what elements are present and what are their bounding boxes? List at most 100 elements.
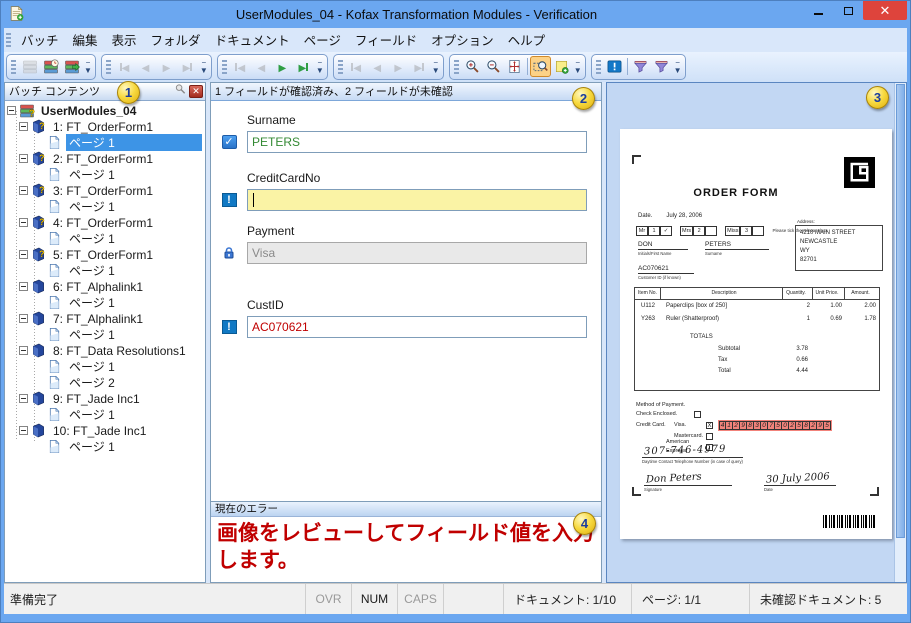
tree-item-label: ページ 1 (69, 264, 115, 279)
zoom-in-icon[interactable] (462, 56, 483, 77)
add-note-icon[interactable] (551, 56, 572, 77)
expand-toggle-icon[interactable] (19, 394, 28, 404)
toolbar-overflow-chevron[interactable]: − ▼ (84, 58, 92, 75)
toolbar-overflow-chevron[interactable]: − ▼ (674, 58, 682, 75)
toolbar-grip[interactable] (595, 59, 601, 74)
scrollbar-thumb[interactable] (896, 83, 905, 539)
doc-sign-date-value: 30 July 2006 (765, 471, 831, 486)
tree-document-item[interactable]: 7: FT_Alphalink1 (5, 311, 205, 327)
last-document-icon[interactable]: ▶ (293, 56, 314, 77)
toolbar-grip[interactable] (11, 59, 16, 74)
tree-page-item[interactable]: ページ 1 (5, 231, 205, 247)
first-document-icon[interactable]: ◀ (230, 56, 251, 77)
viewer-vertical-scrollbar[interactable] (894, 82, 906, 583)
tree-document-item[interactable]: ? 5: FT_OrderForm1 (5, 247, 205, 263)
suspend-batch-icon[interactable] (40, 56, 61, 77)
fit-page-icon[interactable] (504, 56, 525, 77)
toolbar-grip[interactable] (105, 59, 111, 74)
menu-item-2[interactable]: 表示 (105, 27, 144, 52)
menu-item-3[interactable]: フォルダ (144, 27, 208, 52)
field-confirmed-checkbox-icon[interactable]: ✓ (221, 134, 237, 149)
panel-close-icon[interactable]: ✕ (189, 84, 203, 98)
expand-toggle-icon[interactable] (19, 314, 28, 324)
toolbar-overflow-chevron[interactable]: − ▼ (316, 58, 324, 75)
menu-item-4[interactable]: ドキュメント (208, 27, 297, 52)
prev-document-icon[interactable]: ◀ (251, 56, 272, 77)
prev-page-icon[interactable]: ◀ (367, 56, 388, 77)
app-icon[interactable] (8, 5, 26, 23)
next-folder-icon[interactable]: ▶ (156, 56, 177, 77)
document-image[interactable]: ORDER FORM Date. July 28, 2006 Mr 1 ✓ Mrs 2 Mi… (620, 128, 892, 539)
close-batch-icon[interactable] (61, 56, 82, 77)
expand-toggle-icon[interactable] (19, 250, 28, 260)
menu-item-0[interactable]: バッチ (14, 27, 66, 52)
expand-toggle-icon[interactable] (19, 122, 28, 132)
toolbar-overflow-chevron[interactable]: − ▼ (200, 58, 208, 75)
menu-item-1[interactable]: 編集 (66, 27, 105, 52)
zoom-out-icon[interactable] (483, 56, 504, 77)
tree-page-item[interactable]: ページ 1 (5, 439, 205, 455)
tree-document-item[interactable]: ? 3: FT_OrderForm1 (5, 183, 205, 199)
filter-fields-icon[interactable] (630, 56, 651, 77)
menu-item-5[interactable]: ページ (297, 27, 348, 52)
tree-page-item[interactable]: ページ 1 (5, 134, 205, 152)
toolbar-grip[interactable] (453, 59, 459, 74)
tree-document-item[interactable]: 10: FT_Jade Inc1 (5, 423, 205, 439)
tree-document-item[interactable]: ? 4: FT_OrderForm1 (5, 215, 205, 231)
tree-page-item[interactable]: ページ 1 (5, 359, 205, 375)
tree-page-item[interactable]: ページ 1 (5, 407, 205, 423)
menu-item-8[interactable]: ヘルプ (501, 27, 553, 52)
tree-page-item[interactable]: ページ 1 (5, 199, 205, 215)
expand-toggle-icon[interactable] (7, 106, 16, 116)
next-document-icon[interactable]: ▶ (272, 56, 293, 77)
doc-item-cell: Paperclips [box of 250] (666, 303, 728, 310)
toolbar-grip[interactable] (221, 59, 227, 74)
last-page-icon[interactable]: ▶ (409, 56, 430, 77)
expand-toggle-icon[interactable] (19, 426, 28, 436)
toolbar-overflow-chevron[interactable]: − ▼ (432, 58, 440, 75)
document-question-icon: ? (31, 183, 47, 198)
doc-cc-digit-cell: 4 (719, 420, 726, 430)
maximize-button[interactable] (833, 1, 863, 20)
tree-page-item[interactable]: ページ 1 (5, 327, 205, 343)
tree-document-item[interactable]: 6: FT_Alphalink1 (5, 279, 205, 295)
reroute-batch-icon[interactable] (19, 56, 40, 77)
prev-folder-icon[interactable]: ◀ (135, 56, 156, 77)
first-folder-icon[interactable]: ◀ (114, 56, 135, 77)
last-folder-icon[interactable]: ▶ (177, 56, 198, 77)
expand-toggle-icon[interactable] (19, 282, 28, 292)
first-page-icon[interactable]: ◀ (346, 56, 367, 77)
force-invalid-icon[interactable] (604, 56, 625, 77)
expand-toggle-icon[interactable] (19, 218, 28, 228)
next-page-icon[interactable]: ▶ (388, 56, 409, 77)
minimize-button[interactable] (803, 1, 833, 20)
close-button[interactable]: ✕ (863, 1, 907, 20)
page-icon (47, 327, 63, 342)
tree-document-item[interactable]: 8: FT_Data Resolutions1 (5, 343, 205, 359)
tree-page-item[interactable]: ページ 1 (5, 263, 205, 279)
page-icon (47, 295, 63, 310)
tree-page-item[interactable]: ページ 1 (5, 295, 205, 311)
toolbar-grip[interactable] (337, 59, 343, 74)
doc-signature-row: Don Peters Signature 30 July 2006 Date (644, 471, 836, 492)
zoom-selection-icon[interactable] (529, 56, 551, 78)
doc-item-cell: 1.00 (830, 303, 842, 310)
tree-page-item[interactable]: ページ 1 (5, 167, 205, 183)
tree-document-item[interactable]: ? 2: FT_OrderForm1 (5, 151, 205, 167)
filter-documents-icon[interactable] (651, 56, 672, 77)
menu-item-7[interactable]: オプション (424, 27, 501, 52)
custid-input[interactable] (247, 315, 587, 338)
menu-item-6[interactable]: フィールド (348, 27, 424, 52)
expand-toggle-icon[interactable] (19, 154, 28, 164)
tree-document-item[interactable]: 9: FT_Jade Inc1 (5, 391, 205, 407)
tree-document-item[interactable]: ? 1: FT_OrderForm1 (5, 119, 205, 135)
doc-salutation-cell: 3 (740, 225, 753, 236)
expand-toggle-icon[interactable] (19, 186, 28, 196)
creditcardno-input[interactable] (247, 188, 587, 211)
tree-page-item[interactable]: ページ 2 (5, 375, 205, 391)
toolbar-overflow-chevron[interactable]: − ▼ (574, 58, 582, 75)
pin-icon[interactable] (174, 83, 187, 99)
expand-toggle-icon[interactable] (19, 346, 28, 356)
surname-input[interactable] (247, 130, 587, 153)
tree-batch-item[interactable]: ? UserModules_04 (5, 103, 205, 120)
